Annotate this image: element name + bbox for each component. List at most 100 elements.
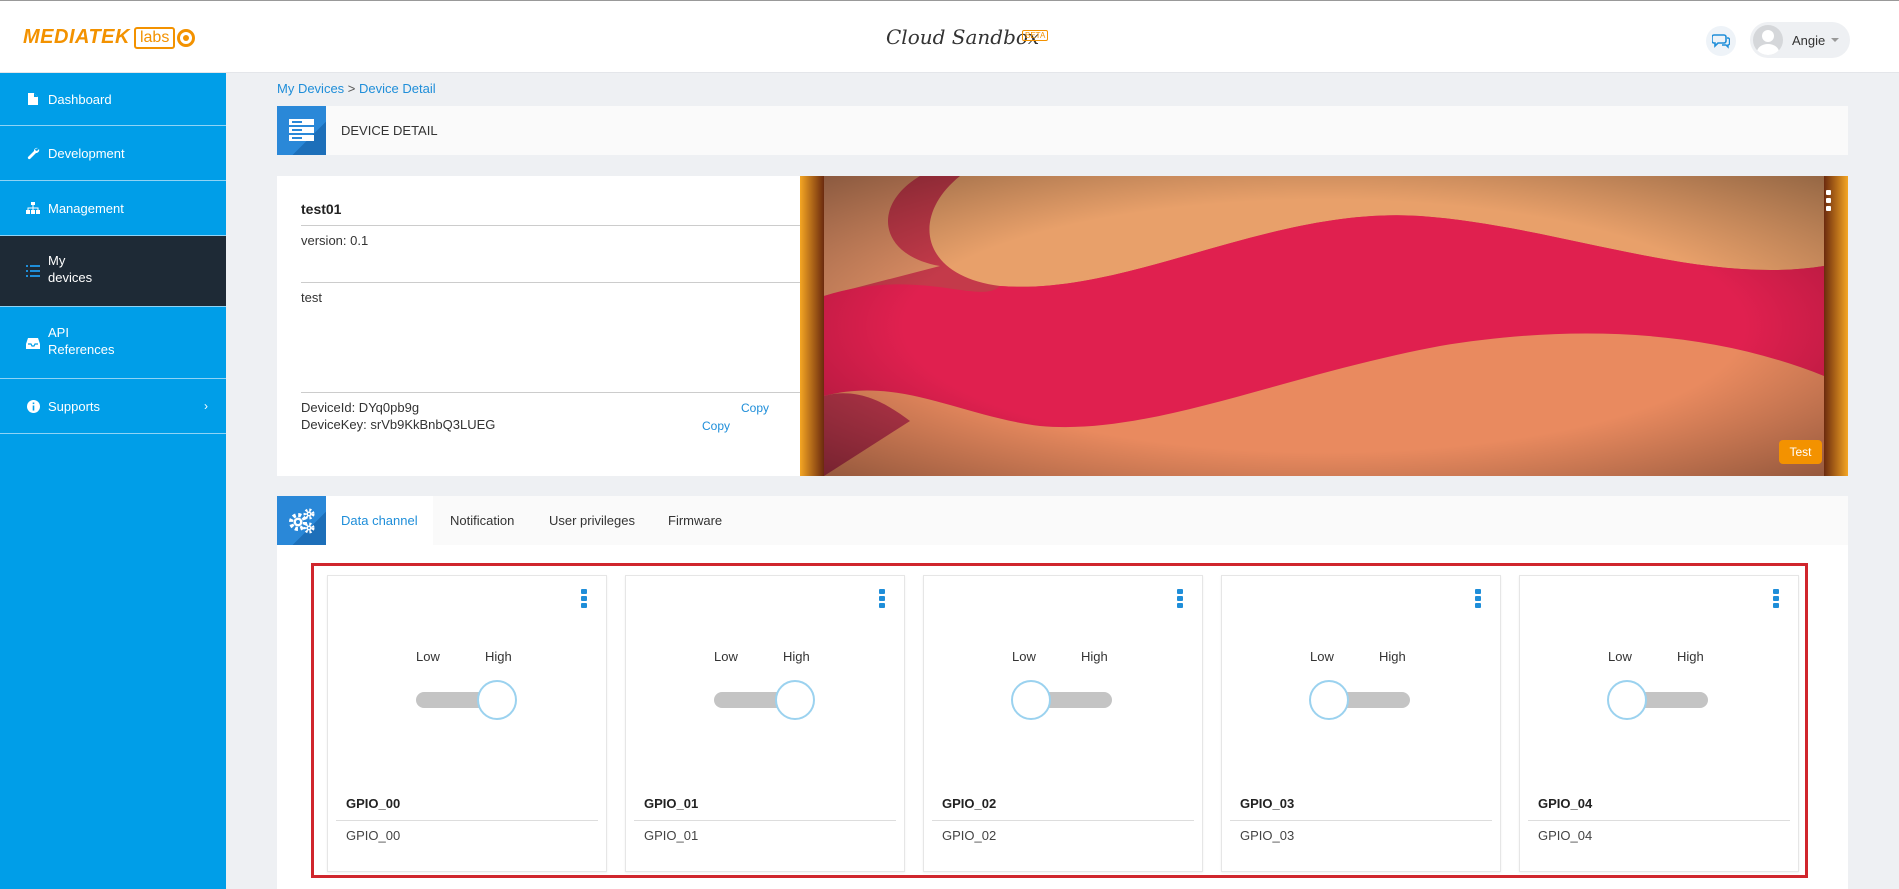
divider	[301, 392, 800, 393]
toggle-knob[interactable]	[1309, 680, 1349, 720]
breadcrumb: My Devices > Device Detail	[277, 81, 436, 96]
channel-name: GPIO_01	[644, 796, 699, 811]
chevron-right-icon: ›	[204, 399, 208, 413]
gpio-toggle[interactable]	[1309, 680, 1410, 720]
avatar	[1753, 25, 1783, 55]
more-vertical-icon[interactable]	[1475, 589, 1481, 610]
sitemap-icon	[26, 201, 40, 215]
high-label: High	[1081, 649, 1108, 664]
copy-device-id-button[interactable]: Copy	[741, 401, 769, 415]
test-button[interactable]: Test	[1779, 440, 1822, 464]
sidebar-item-api-references[interactable]: API References	[0, 307, 226, 379]
breadcrumb-separator: >	[344, 81, 360, 96]
divider	[336, 820, 598, 821]
tab-data-channel[interactable]: Data channel	[326, 496, 433, 545]
copy-device-key-button[interactable]: Copy	[702, 419, 730, 433]
toggle-knob[interactable]	[477, 680, 517, 720]
sidebar-item-label: Supports	[48, 398, 101, 414]
device-description: test	[301, 290, 322, 305]
banner-menu-icon[interactable]	[1826, 190, 1832, 214]
divider	[1230, 820, 1492, 821]
chat-button[interactable]	[1706, 26, 1736, 56]
inbox-icon	[26, 336, 40, 350]
low-label: Low	[1310, 649, 1334, 664]
sidebar-item-management[interactable]: Management	[0, 181, 226, 236]
channel-description: GPIO_00	[346, 828, 401, 843]
device-name: test01	[301, 201, 342, 217]
device-version: version: 0.1	[301, 233, 369, 248]
gpio-card: Low High GPIO_03 GPIO_03	[1221, 575, 1501, 872]
gpio-card: Low High GPIO_01 GPIO_01	[625, 575, 905, 872]
app-title: Cloud Sandbox	[886, 25, 1040, 49]
more-vertical-icon[interactable]	[1177, 589, 1183, 610]
sidebar-item-label: Management	[48, 200, 124, 216]
sidebar-item-supports[interactable]: Supports ›	[0, 379, 226, 434]
sidebar-item-development[interactable]: Development	[0, 126, 226, 181]
device-detail-header: DEVICE DETAIL	[277, 106, 1848, 155]
device-banner-image: Test	[800, 176, 1848, 476]
sidebar-item-my-devices[interactable]: My devices	[0, 236, 226, 307]
more-vertical-icon[interactable]	[1773, 589, 1779, 610]
divider	[1528, 820, 1790, 821]
page-title: DEVICE DETAIL	[341, 123, 438, 138]
sidebar-item-label-line2: References	[48, 341, 115, 357]
logo-wordmark: MEDIATEK	[23, 26, 130, 48]
device-key: DeviceKey: srVb9KkBnbQ3LUEG	[301, 417, 496, 432]
channel-name: GPIO_03	[1240, 796, 1295, 811]
channel-description: GPIO_03	[1240, 828, 1295, 843]
tab-user-privileges[interactable]: User privileges	[549, 496, 635, 545]
info-icon	[26, 399, 40, 413]
divider	[301, 225, 800, 226]
low-label: Low	[1012, 649, 1036, 664]
gpio-toggle[interactable]	[416, 680, 517, 720]
high-label: High	[783, 649, 810, 664]
device-detail-tile	[277, 106, 326, 155]
high-label: High	[1677, 649, 1704, 664]
low-label: Low	[1608, 649, 1632, 664]
logo-labs-badge: labs	[133, 26, 176, 49]
logo-ring-icon	[177, 28, 196, 47]
gears-icon	[289, 508, 315, 534]
mediatek-labs-logo[interactable]: MEDIATEK labs	[23, 26, 196, 49]
sidebar: Dashboard Development Management My devi…	[0, 73, 226, 889]
channel-name: GPIO_00	[346, 796, 401, 811]
low-label: Low	[714, 649, 738, 664]
device-info-card: test01 version: 0.1 test DeviceId: DYq0p…	[277, 176, 800, 476]
breadcrumb-device-detail[interactable]: Device Detail	[359, 81, 436, 96]
sidebar-item-label-line1: API	[48, 324, 69, 340]
sidebar-item-label-line1: My	[48, 253, 66, 268]
tabs-bar: Data channel Notification User privilege…	[277, 496, 1848, 545]
channel-name: GPIO_04	[1538, 796, 1593, 811]
breadcrumb-my-devices[interactable]: My Devices	[277, 81, 344, 96]
toggle-knob[interactable]	[775, 680, 815, 720]
tab-firmware[interactable]: Firmware	[668, 496, 722, 545]
gpio-toggle[interactable]	[1011, 680, 1112, 720]
sidebar-item-label: Development	[48, 145, 125, 161]
toggle-knob[interactable]	[1011, 680, 1051, 720]
channel-name: GPIO_02	[942, 796, 997, 811]
more-vertical-icon[interactable]	[879, 589, 885, 610]
sidebar-item-label: Dashboard	[48, 91, 112, 107]
sidebar-item-dashboard[interactable]: Dashboard	[0, 73, 226, 126]
gpio-toggle[interactable]	[714, 680, 815, 720]
beta-badge: BETA	[1022, 30, 1049, 41]
more-vertical-icon[interactable]	[581, 589, 587, 610]
divider	[634, 820, 896, 821]
gpio-toggle[interactable]	[1607, 680, 1708, 720]
tab-notification[interactable]: Notification	[450, 496, 514, 545]
channel-description: GPIO_01	[644, 828, 699, 843]
wrench-icon	[26, 146, 40, 160]
divider	[932, 820, 1194, 821]
top-header: MEDIATEK labs Cloud Sandbox BETA Angie	[0, 0, 1899, 73]
banner-artwork	[800, 176, 1848, 476]
high-label: High	[485, 649, 512, 664]
user-menu[interactable]: Angie	[1750, 22, 1850, 58]
user-name: Angie	[1792, 32, 1826, 48]
channel-description: GPIO_02	[942, 828, 997, 843]
chat-icon	[1712, 34, 1730, 49]
settings-tile	[277, 496, 326, 545]
gpio-card: Low High GPIO_02 GPIO_02	[923, 575, 1203, 872]
list-icon	[26, 264, 40, 278]
chevron-down-icon	[1831, 38, 1840, 42]
toggle-knob[interactable]	[1607, 680, 1647, 720]
